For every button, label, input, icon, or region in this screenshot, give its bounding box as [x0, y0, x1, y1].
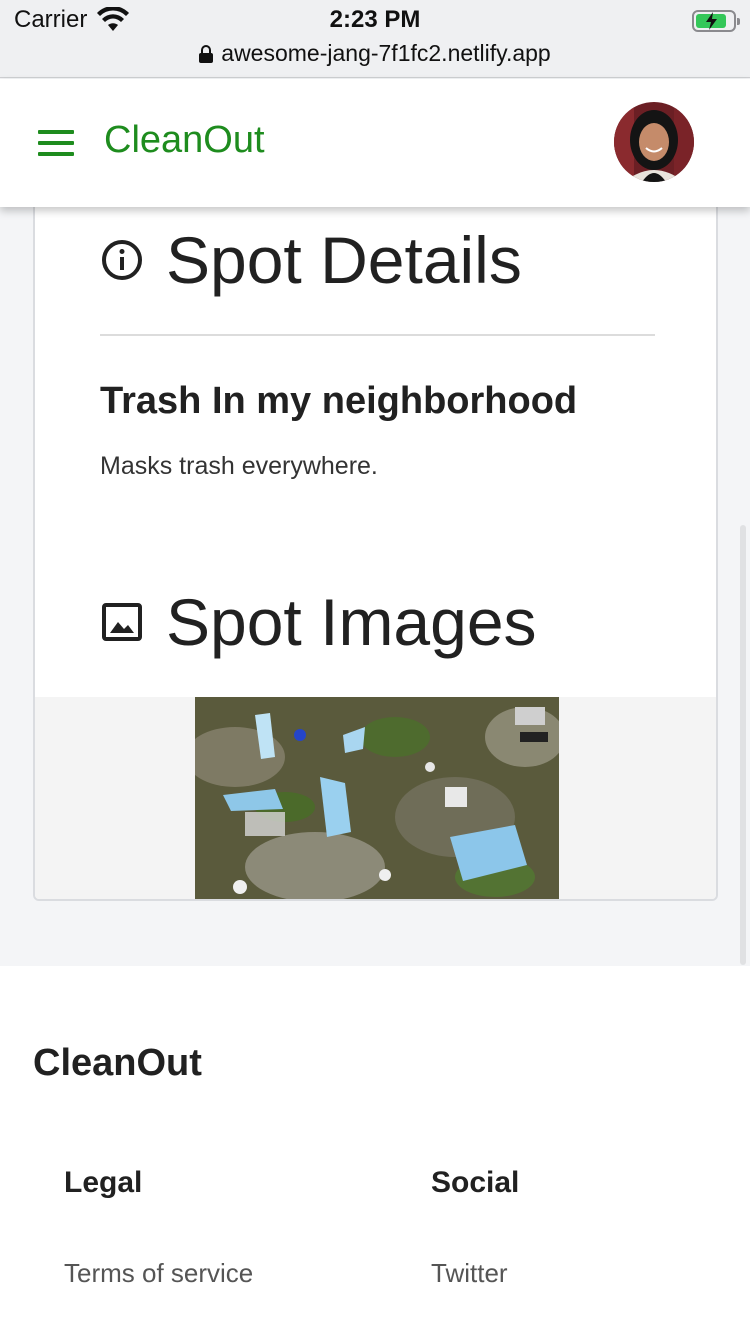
clock: 2:23 PM [329, 6, 421, 33]
divider [100, 334, 655, 336]
battery-icon [692, 10, 740, 32]
hamburger-icon[interactable] [38, 130, 74, 156]
user-avatar-image [614, 102, 694, 182]
spot-name: Trash In my neighborhood [100, 380, 578, 422]
app-bar: CleanOut [0, 79, 750, 207]
spot-details-title: Spot Details [166, 223, 522, 297]
status-bar: Carrier 2:23 PM awesome-jang-7f1fc2.netl… [0, 0, 750, 78]
spot-details-heading: Spot Details [100, 222, 522, 298]
terms-of-service-link[interactable]: Terms of service [64, 1258, 253, 1289]
spot-images-heading: Spot Images [100, 584, 537, 660]
spot-photo[interactable] [195, 697, 559, 901]
address-bar[interactable]: awesome-jang-7f1fc2.netlify.app [0, 40, 750, 67]
url-text: awesome-jang-7f1fc2.netlify.app [221, 40, 551, 66]
avatar[interactable] [614, 102, 694, 182]
spot-description: Masks trash everywhere. [100, 452, 378, 480]
footer-brand: CleanOut [33, 1042, 202, 1084]
spot-card: Spot Details Trash In my neighborhood Ma… [33, 160, 718, 901]
charging-bolt-icon [706, 12, 717, 30]
twitter-link[interactable]: Twitter [431, 1258, 508, 1289]
image-carousel [35, 697, 716, 901]
image-icon [102, 603, 142, 641]
spot-images-title: Spot Images [166, 585, 537, 659]
app-brand[interactable]: CleanOut [104, 119, 265, 162]
info-icon [102, 240, 142, 280]
lock-icon [199, 44, 214, 63]
footer-social-title: Social [431, 1166, 520, 1199]
footer-legal-title: Legal [64, 1166, 143, 1199]
scrollbar[interactable] [740, 525, 746, 965]
footer: CleanOut Legal Social Terms of service T… [0, 966, 750, 1334]
